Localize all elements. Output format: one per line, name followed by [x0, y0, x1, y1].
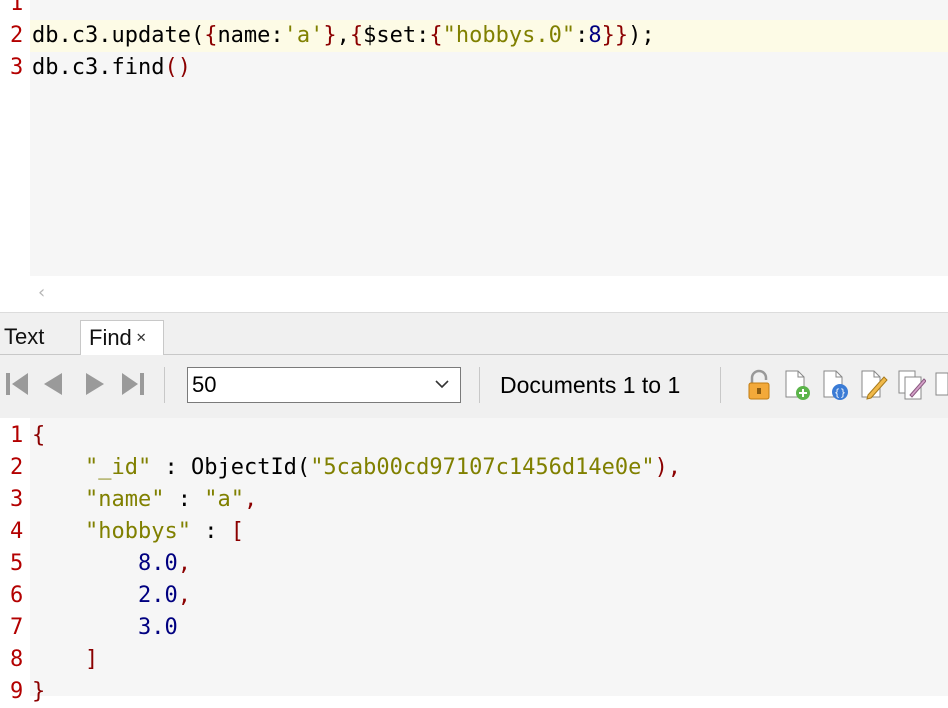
json-token: ), — [654, 455, 682, 480]
code-token: 8 — [588, 23, 602, 48]
json-value: 2.0 — [137, 583, 178, 608]
line-number: 6 — [10, 583, 24, 608]
code-token: ; — [641, 23, 655, 48]
json-value: "a" — [204, 487, 244, 512]
code-token: 'a' — [283, 23, 324, 48]
line-number: 3 — [10, 487, 24, 512]
code-token: { — [349, 23, 364, 48]
json-key: "_id" — [84, 455, 152, 480]
svg-text:{}: {} — [834, 388, 846, 399]
json-token: } — [32, 679, 46, 704]
line-number: 2 — [10, 23, 24, 48]
code-line-2[interactable]: db.c3.update({name:'a'},{$set:{"hobbys.0… — [32, 20, 655, 52]
documents-range-label: Documents 1 to 1 — [500, 372, 681, 398]
page-size-value: 50 — [192, 372, 217, 397]
result-line-4: "hobbys" : [ — [32, 516, 244, 548]
tab-find[interactable]: Find ✕ — [80, 320, 164, 355]
result-line-5: 8.0, — [32, 548, 191, 580]
toolbar-separator — [720, 367, 721, 403]
json-token: { — [32, 423, 46, 448]
code-token: name: — [217, 23, 284, 48]
json-token: [ — [230, 519, 244, 544]
query-editor[interactable]: 1 2 3 db.c3.update({name:'a'},{$set:{"ho… — [0, 0, 948, 276]
line-number: 1 — [10, 0, 24, 16]
json-token: , — [177, 583, 191, 608]
json-value: "5cab00cd97107c1456d14e0e" — [310, 455, 655, 480]
close-icon[interactable]: ✕ — [136, 330, 147, 345]
horizontal-scrollbar[interactable]: ‹ — [0, 276, 948, 312]
toolbar-separator — [164, 367, 165, 403]
line-number: 2 — [10, 455, 24, 480]
last-page-icon[interactable] — [118, 369, 146, 399]
scroll-left-icon[interactable]: ‹ — [38, 282, 45, 303]
results-toolbar: 50 Documents 1 to 1 {} — [0, 355, 948, 418]
view-json-icon[interactable]: {} — [820, 369, 850, 401]
chevron-down-icon — [435, 380, 449, 389]
line-number: 5 — [10, 551, 24, 576]
line-number: 9 — [10, 679, 24, 704]
json-token: : — [164, 487, 205, 512]
copy-document-icon[interactable] — [896, 369, 927, 401]
code-line-3[interactable]: db.c3.find() — [32, 52, 191, 84]
code-token: , — [336, 23, 350, 48]
result-line-8: ] — [32, 644, 98, 676]
json-token: ] — [84, 647, 99, 672]
result-line-2: "_id" : ObjectId("5cab00cd97107c1456d14e… — [32, 452, 681, 484]
code-token: $set: — [363, 23, 430, 48]
json-token: : — [190, 519, 231, 544]
result-line-6: 2.0, — [32, 580, 191, 612]
result-line-7: 3.0 — [32, 612, 178, 644]
code-token: { — [204, 23, 218, 48]
line-number: 1 — [10, 423, 24, 448]
result-tabs: Text Find ✕ — [0, 320, 948, 355]
edit-document-icon[interactable] — [858, 369, 888, 401]
line-number: 8 — [10, 647, 24, 672]
code-token: () — [164, 55, 191, 80]
json-token: , — [177, 551, 191, 576]
code-token: { — [429, 23, 443, 48]
code-token: } — [323, 23, 337, 48]
result-line-1: { — [32, 420, 45, 452]
tab-text[interactable]: Text — [0, 320, 78, 354]
line-number: 3 — [10, 55, 24, 80]
json-token: , — [243, 487, 258, 512]
result-line-3: "name" : "a", — [32, 484, 257, 516]
code-token: db.c3.find — [32, 55, 165, 80]
json-key: "hobbys" — [84, 519, 191, 544]
more-tools-icon[interactable] — [934, 369, 948, 401]
page-size-select[interactable]: 50 — [187, 367, 461, 403]
json-value: 3.0 — [137, 615, 178, 640]
code-token: db.c3.update( — [32, 23, 205, 48]
code-token: "hobbys.0" — [442, 23, 576, 48]
toolbar-separator — [479, 367, 480, 403]
tab-label: Find — [89, 325, 132, 350]
first-page-icon[interactable] — [4, 369, 32, 399]
line-number: 4 — [10, 519, 24, 544]
json-token: : — [151, 455, 191, 480]
json-token: ObjectId( — [190, 455, 311, 480]
line-number: 7 — [10, 615, 24, 640]
code-token: ) — [628, 23, 642, 48]
next-page-icon[interactable] — [80, 369, 108, 399]
results-view[interactable]: 1 2 3 4 5 6 7 8 9 { "_id" : ObjectId("5c… — [0, 418, 948, 704]
new-document-icon[interactable] — [782, 369, 812, 401]
prev-page-icon[interactable] — [40, 369, 68, 399]
json-key: "name" — [84, 487, 165, 512]
result-line-9: } — [32, 676, 45, 708]
lock-icon[interactable] — [744, 369, 774, 401]
tab-label: Text — [4, 324, 45, 349]
code-token: : — [575, 23, 589, 48]
code-token: }} — [601, 23, 629, 48]
json-value: 8.0 — [137, 551, 178, 576]
